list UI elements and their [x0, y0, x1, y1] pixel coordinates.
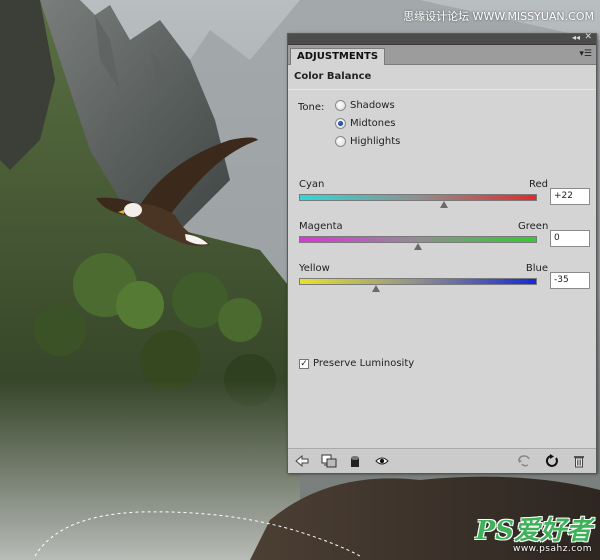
magenta-green-thumb[interactable] — [414, 243, 422, 250]
tone-option-highlights[interactable]: Highlights — [335, 136, 400, 147]
layer-visibility-mask-icon[interactable] — [347, 453, 363, 469]
yellow-blue-thumb[interactable] — [372, 285, 381, 292]
magenta-green-track[interactable] — [299, 236, 537, 243]
slider-right-label: Red — [529, 179, 548, 190]
reset-icon[interactable] — [544, 453, 560, 469]
magenta-green-value-field[interactable]: 0 — [550, 230, 590, 247]
clip-to-layer-icon[interactable] — [321, 453, 337, 469]
cyan-red-track[interactable] — [299, 194, 537, 201]
panel-footer-toolbar — [288, 448, 596, 473]
panel-menu-icon[interactable]: ▾☰ — [579, 49, 592, 59]
trash-icon[interactable] — [571, 453, 587, 469]
preserve-luminosity-label: Preserve Luminosity — [313, 358, 415, 369]
highlights-label: Highlights — [350, 136, 401, 147]
title-divider — [288, 89, 596, 90]
preserve-luminosity-checkbox[interactable]: ✓ — [299, 358, 309, 369]
view-previous-state-icon[interactable] — [516, 453, 532, 469]
watermark-top-text: 思缘设计论坛 WWW.MISSYUAN.COM — [403, 10, 594, 23]
panel-tab-row: ADJUSTMENTS ▾☰ — [288, 45, 596, 65]
yellow-blue-track[interactable] — [299, 278, 537, 285]
yellow-blue-slider[interactable]: Yellow Blue -35 — [298, 263, 590, 297]
midtones-radio[interactable] — [335, 118, 346, 129]
site-logo-watermark: PS爱好者 www.psahz.com — [476, 518, 592, 554]
cyan-red-thumb[interactable] — [440, 201, 449, 208]
midtones-label: Midtones — [350, 118, 396, 129]
slider-right-label: Blue — [525, 263, 548, 274]
slider-left-label: Magenta — [299, 221, 343, 232]
magenta-green-slider[interactable]: Magenta Green 0 — [298, 221, 590, 255]
close-panel-icon[interactable]: ✕ — [584, 32, 592, 42]
yellow-blue-value-field[interactable]: -35 — [550, 272, 590, 289]
tone-option-shadows[interactable]: Shadows — [335, 100, 395, 111]
highlights-radio[interactable] — [335, 136, 346, 147]
tone-option-midtones[interactable]: Midtones — [335, 118, 396, 129]
adjustments-panel: ◂◂ ✕ ADJUSTMENTS ▾☰ Color Balance Tone: … — [287, 32, 597, 473]
slider-left-label: Cyan — [299, 179, 325, 190]
shadows-label: Shadows — [350, 100, 395, 111]
shadows-radio[interactable] — [335, 100, 346, 111]
panel-title-strip[interactable]: ◂◂ ✕ — [288, 32, 596, 45]
cyan-red-slider[interactable]: Cyan Red +22 — [298, 179, 590, 213]
preserve-luminosity-option[interactable]: ✓ Preserve Luminosity — [299, 358, 414, 369]
tone-label: Tone: — [298, 102, 325, 113]
cyan-red-value-field[interactable]: +22 — [550, 188, 590, 205]
collapse-panel-icon[interactable]: ◂◂ — [572, 33, 580, 42]
tab-adjustments[interactable]: ADJUSTMENTS — [290, 48, 386, 65]
logo-mark: PS爱好者 — [475, 516, 592, 546]
eye-icon[interactable] — [374, 453, 390, 469]
slider-left-label: Yellow — [299, 263, 330, 274]
adjustment-title: Color Balance — [294, 71, 372, 82]
panel-body: Color Balance Tone: Shadows Midtones Hig… — [288, 65, 596, 473]
back-arrow-icon[interactable] — [294, 453, 310, 469]
slider-right-label: Green — [518, 221, 549, 232]
